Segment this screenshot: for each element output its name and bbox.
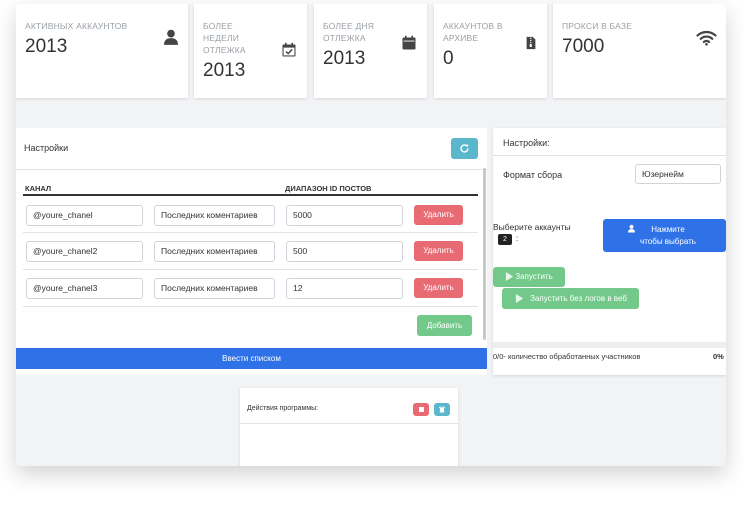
choose-accounts-button[interactable]: Нажмите чтобы выбрать	[603, 219, 726, 252]
stat-label: БОЛЕЕ НЕДЕЛИ ОТЛЕЖКА	[203, 21, 246, 55]
range-input[interactable]: 500	[286, 241, 403, 262]
user-icon	[164, 29, 178, 45]
mode-select[interactable]: Последних коментариев	[154, 278, 275, 299]
wifi-icon	[696, 30, 717, 46]
stat-value: 0	[443, 48, 454, 69]
stat-value: 2013	[25, 36, 68, 57]
choose-accounts-label: Выберите аккаунты	[493, 222, 571, 232]
user-icon	[628, 224, 635, 233]
choose-colon: :	[516, 234, 519, 243]
table-header-border	[23, 194, 478, 196]
stat-label: АККАУНТОВ В АРХИВЕ	[443, 21, 503, 43]
row-divider	[23, 269, 478, 270]
actions-divider	[240, 423, 458, 424]
trash-icon	[439, 406, 445, 413]
stat-card-archive: АККАУНТОВ В АРХИВЕ 0	[434, 4, 547, 98]
channel-input[interactable]: @youre_chanel3	[26, 278, 143, 299]
row-divider	[23, 232, 478, 233]
column-header-channel: КАНАЛ	[25, 184, 52, 193]
stat-card-proxy: ПРОКСИ В БАЗЕ 7000	[553, 4, 726, 98]
stat-card-active: АКТИВНЫХ АККАУНТОВ 2013	[16, 4, 188, 98]
format-select[interactable]: Юзернейм	[635, 164, 721, 184]
range-input[interactable]: 12	[286, 278, 403, 299]
stat-value: 7000	[562, 36, 605, 57]
divider	[493, 155, 726, 156]
progress-text: 0/0- количество обработанных участников	[493, 352, 641, 361]
run-without-logs-button[interactable]: Запустить без логов в веб	[502, 288, 639, 309]
delete-button[interactable]: Удалить	[414, 205, 463, 225]
channel-input[interactable]: @youre_chanel2	[26, 241, 143, 262]
format-label: Формат сбора	[503, 170, 563, 180]
refresh-icon	[460, 144, 469, 153]
enter-list-button[interactable]: Ввести списком	[16, 348, 487, 369]
archive-file-icon	[526, 36, 536, 50]
row-divider	[23, 306, 478, 307]
delete-button[interactable]: Удалить	[414, 241, 463, 261]
actions-panel: Действия программы:	[240, 388, 458, 466]
stat-value: 2013	[323, 48, 366, 69]
actions-title: Действия программы:	[247, 405, 319, 412]
collect-settings-panel: Настройки: Формат сбора Юзернейм Выберит…	[493, 128, 726, 375]
range-input[interactable]: 5000	[286, 205, 403, 226]
stat-label: БОЛЕЕ ДНЯ ОТЛЕЖКА	[323, 21, 375, 43]
progress-percent: 0%	[713, 352, 724, 361]
panel-title: Настройки:	[503, 138, 550, 148]
stat-card-week: БОЛЕЕ НЕДЕЛИ ОТЛЕЖКА 2013	[194, 4, 307, 98]
mode-select[interactable]: Последних коментариев	[154, 205, 275, 226]
panel-title: Настройки	[24, 143, 69, 153]
play-icon	[505, 272, 514, 281]
delete-button[interactable]: Удалить	[414, 278, 463, 298]
stop-icon	[418, 407, 424, 412]
stat-label: ПРОКСИ В БАЗЕ	[562, 21, 633, 31]
clear-button[interactable]	[434, 403, 450, 416]
accounts-count-badge: 2	[498, 234, 512, 245]
run-without-logs-label: Запустить без логов в веб	[530, 294, 627, 303]
column-header-range: ДИАПАЗОН ID ПОСТОВ	[285, 184, 372, 193]
add-channel-button[interactable]: Добавить	[417, 315, 472, 336]
mode-select[interactable]: Последних коментариев	[154, 241, 275, 262]
run-button[interactable]: Запустить	[493, 267, 565, 287]
choose-accounts-button-label: Нажмите чтобы выбрать	[640, 225, 696, 246]
app-frame: АКТИВНЫХ АККАУНТОВ 2013 БОЛЕЕ НЕДЕЛИ ОТЛ…	[16, 4, 726, 466]
scrollbar[interactable]	[483, 168, 486, 340]
calendar-icon	[402, 35, 416, 50]
refresh-button[interactable]	[451, 138, 478, 159]
stat-card-day: БОЛЕЕ ДНЯ ОТЛЕЖКА 2013	[314, 4, 427, 98]
calendar-check-icon	[282, 42, 296, 57]
channel-input[interactable]: @youre_chanel	[26, 205, 143, 226]
divider	[16, 169, 487, 170]
play-icon	[515, 294, 524, 303]
stat-label: АКТИВНЫХ АККАУНТОВ	[25, 21, 128, 31]
stop-button[interactable]	[413, 403, 429, 416]
stat-value: 2013	[203, 60, 246, 81]
progress-divider	[493, 342, 726, 348]
run-button-label: Запустить	[515, 272, 553, 281]
